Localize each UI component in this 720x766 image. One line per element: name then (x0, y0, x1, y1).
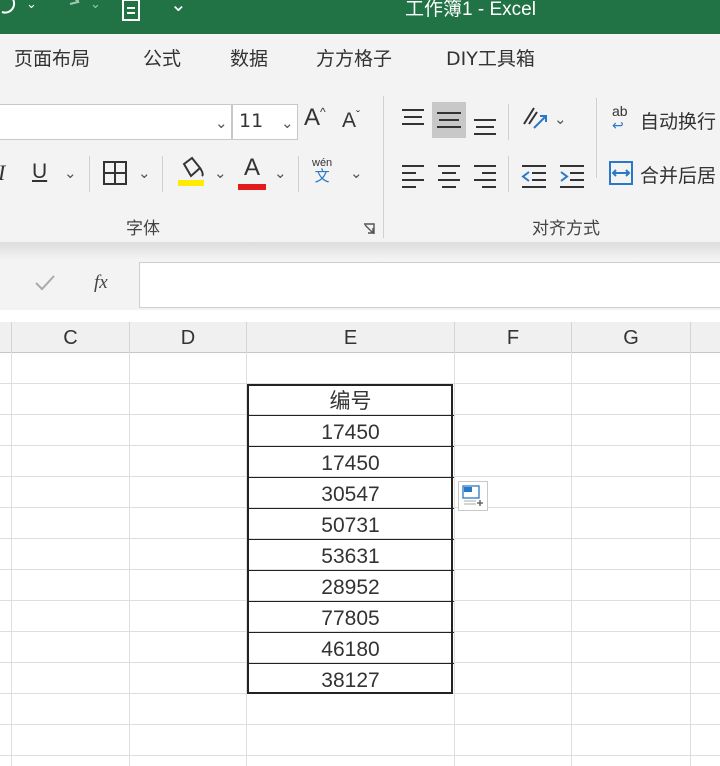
align-bottom-icon[interactable] (472, 112, 498, 143)
tab-fangfang-gezi[interactable]: 方方格子 (316, 44, 392, 71)
shrink-font-label: A (342, 109, 357, 132)
fill-color-dropdown-icon[interactable]: ⌄ (214, 164, 227, 182)
merge-center-label: 合并后居 (640, 165, 717, 187)
font-size-dropdown-icon[interactable]: ⌄ (281, 114, 294, 132)
ribbon-shadow (0, 242, 720, 260)
grow-font-button[interactable]: A^ (304, 104, 326, 132)
shrink-font-button[interactable]: Aˇ (342, 108, 360, 133)
column-header-g[interactable]: G (572, 322, 691, 352)
column-headers: C D E F G (0, 322, 720, 353)
redo-icon[interactable] (56, 0, 86, 27)
column-header-f[interactable]: F (455, 322, 572, 352)
enter-check-icon[interactable] (34, 272, 56, 299)
column-header-d[interactable]: D (130, 322, 247, 352)
font-size-box[interactable]: 11 ⌄ (232, 104, 298, 140)
wrap-text-button[interactable]: ab ↩ 自动换行 (612, 104, 720, 138)
borders-dropdown-icon[interactable]: ⌄ (138, 164, 151, 182)
formula-input[interactable] (139, 262, 720, 308)
column-header-b-edge[interactable] (0, 322, 12, 352)
align-top-icon[interactable] (400, 106, 426, 137)
grow-font-label: A (304, 104, 321, 131)
align-center-icon[interactable] (436, 162, 462, 193)
fill-color-icon[interactable] (176, 156, 206, 193)
fx-label: fx (94, 272, 108, 293)
merge-center-icon (608, 160, 634, 191)
column-header-e[interactable]: E (247, 322, 455, 352)
borders-icon[interactable] (102, 160, 128, 191)
font-name-dropdown-icon[interactable]: ⌄ (215, 114, 228, 132)
ribbon-tabs: 页面布局 公式 数据 方方格子 DIY工具箱 (0, 34, 720, 86)
undo-icon[interactable] (0, 0, 24, 27)
tab-formulas[interactable]: 公式 (143, 44, 181, 71)
underline-button[interactable]: U (32, 160, 47, 184)
tab-page-layout[interactable]: 页面布局 (14, 44, 90, 71)
increase-indent-icon[interactable] (558, 162, 586, 193)
column-header-h-edge[interactable] (691, 322, 720, 352)
font-color-label: A (243, 154, 260, 181)
wrap-text-label: 自动换行 (640, 111, 717, 133)
font-group-label: 字体 (126, 219, 160, 239)
font-name-box[interactable]: ⌄ (0, 104, 232, 140)
align-middle-icon[interactable] (432, 102, 466, 138)
underline-dropdown-icon[interactable]: ⌄ (64, 164, 77, 182)
print-preview-icon[interactable] (120, 0, 146, 29)
wrap-text-icon: ab ↩ (612, 103, 628, 133)
paste-options-button[interactable] (458, 481, 488, 511)
paste-options-icon (462, 485, 484, 512)
tab-diy-toolbox[interactable]: DIY工具箱 (446, 44, 535, 71)
ribbon: ⌄ 11 ⌄ A^ Aˇ I U ⌄ ⌄ ⌄ A ⌄ wén 文 ⌄ 字体 (0, 86, 720, 243)
font-size-value: 11 (239, 110, 264, 132)
decrease-indent-icon[interactable] (520, 162, 548, 193)
font-dialog-launcher-icon[interactable] (362, 222, 376, 241)
italic-button[interactable]: I (0, 160, 5, 186)
align-left-icon[interactable] (400, 162, 426, 193)
phonetic-dropdown-icon[interactable]: ⌄ (350, 164, 363, 182)
alignment-group-label: 对齐方式 (532, 219, 600, 239)
undo-dropdown-icon[interactable]: ⌄ (26, 0, 37, 12)
orientation-icon[interactable] (520, 104, 550, 139)
font-color-swatch (238, 184, 266, 190)
orientation-dropdown-icon[interactable]: ⌄ (554, 110, 567, 128)
font-color-button[interactable]: A (238, 154, 266, 190)
title-bar: ⌄ ⌄ ⌄ 工作簿1 - Excel (0, 0, 720, 34)
insert-function-icon[interactable]: fx (94, 272, 108, 294)
redo-dropdown-icon[interactable]: ⌄ (90, 0, 101, 12)
tab-data[interactable]: 数据 (230, 44, 268, 71)
window-title: 工作簿1 - Excel (405, 0, 536, 20)
phonetic-button[interactable]: wén 文 (312, 158, 332, 184)
align-right-icon[interactable] (472, 162, 498, 193)
font-color-dropdown-icon[interactable]: ⌄ (274, 164, 287, 182)
phonetic-bottom: 文 (314, 167, 330, 185)
merge-center-button[interactable]: 合并后居 (608, 158, 720, 192)
column-header-c[interactable]: C (12, 322, 130, 352)
customize-quick-access-icon[interactable]: ⌄ (170, 0, 187, 17)
